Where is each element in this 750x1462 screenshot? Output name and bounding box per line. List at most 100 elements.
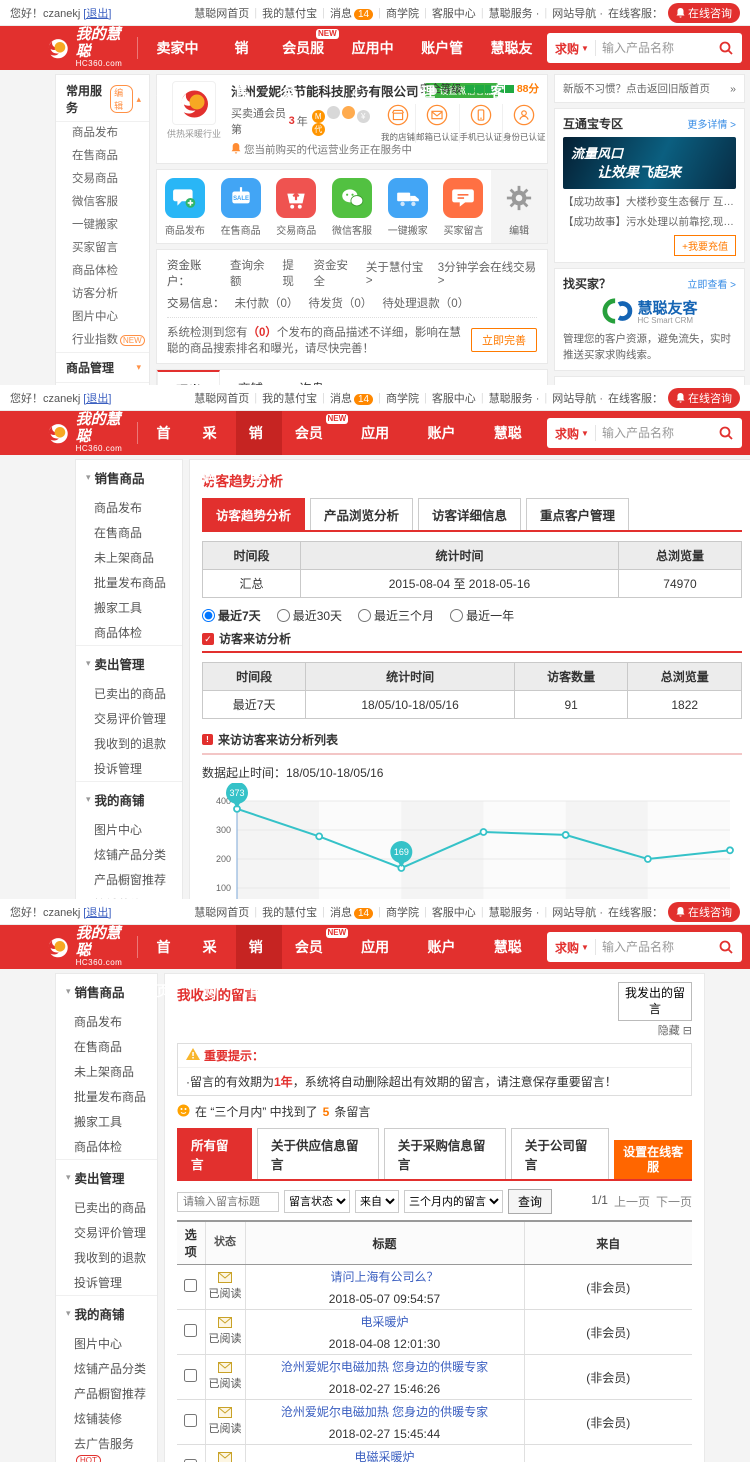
nav-item-首页[interactable]: 首页 — [143, 411, 189, 455]
sidebar-group-我的商铺[interactable]: ▾我的商铺 — [56, 1295, 157, 1331]
search-icon[interactable] — [718, 425, 734, 441]
message-title-link[interactable]: 电磁采暖炉 — [249, 1448, 521, 1462]
about-huifubao-link[interactable]: 关于慧付宝 > — [366, 259, 428, 287]
topbar-link[interactable]: 客服中心 — [432, 904, 476, 920]
topbar-link[interactable]: 慧聪网首页 — [194, 904, 249, 920]
nav-item-慧聪友客[interactable]: 慧聪友客 — [478, 26, 547, 70]
topbar-link[interactable]: 商学院 — [386, 904, 419, 920]
topbar-link[interactable]: 我的慧付宝 — [262, 5, 317, 21]
sidebar-item-微信客服[interactable]: 微信客服 — [56, 191, 149, 214]
row-checkbox[interactable] — [184, 1369, 197, 1382]
topbar-link[interactable]: 商学院 — [386, 390, 419, 406]
topbar-link[interactable]: 我的慧付宝 — [262, 390, 317, 406]
message-period-select[interactable]: 三个月内的留言 — [404, 1190, 503, 1213]
fund-security-link[interactable]: 资金安全 — [314, 257, 356, 289]
logout-link[interactable]: [退出] — [83, 393, 111, 405]
to-ship-link[interactable]: 待发货（0） — [308, 295, 372, 311]
tab-询盘[interactable]: 询盘 — [281, 370, 342, 385]
nav-item-会员服务[interactable]: 会员服务NEW — [269, 26, 338, 70]
setup-online-service-button[interactable]: 设置在线客服 — [614, 1140, 692, 1179]
tab-访客详细信息[interactable]: 访客详细信息 — [418, 498, 521, 530]
sidebar-item-批量发布商品[interactable]: 批量发布商品 — [56, 1084, 157, 1109]
sidebar-item-未上架商品[interactable]: 未上架商品 — [56, 1059, 157, 1084]
sidebar-item-商品体检[interactable]: 商品体检 — [56, 260, 149, 283]
sidebar-item-一键搬家[interactable]: 一键搬家 — [56, 214, 149, 237]
radio-最近30天[interactable]: 最近30天 — [277, 607, 342, 624]
topbar-link[interactable]: 客服中心 — [432, 5, 476, 21]
hutongbao-banner[interactable]: 流量风口 让效果飞起来 — [563, 137, 736, 189]
sidebar-item-产品橱窗推荐[interactable]: 产品橱窗推荐 — [76, 867, 182, 892]
radio-input[interactable] — [358, 609, 371, 622]
sidebar-item-我收到的退款[interactable]: 我收到的退款 — [76, 731, 182, 756]
hutongbao-more-link[interactable]: 更多详情 > — [687, 116, 736, 131]
hide-link[interactable]: 隐藏 ⊟ — [618, 1022, 692, 1038]
brand-logo[interactable]: 我的慧聪HC360.com — [45, 27, 127, 69]
recharge-button[interactable]: +我要充值 — [674, 235, 736, 256]
sidebar-item-已卖出的商品[interactable]: 已卖出的商品 — [76, 681, 182, 706]
nav-item-销售[interactable]: 销售 — [236, 925, 282, 969]
sidebar-item-批量发布商品[interactable]: 批量发布商品 — [76, 570, 182, 595]
sidebar-group-卖出管理[interactable]: ▾卖出管理 — [76, 645, 182, 681]
nav-item-采购[interactable]: 采购 — [190, 411, 236, 455]
tab-产品浏览分析[interactable]: 产品浏览分析 — [310, 498, 413, 530]
topbar-link[interactable]: 消息14 — [330, 390, 373, 406]
sidebar-group-销售商品[interactable]: ▾销售商品 — [56, 974, 157, 1009]
tab-所有留言[interactable]: 所有留言 — [177, 1128, 252, 1179]
search-icon[interactable] — [718, 40, 734, 56]
success-story-link[interactable]: 【成功故事】污水处理以前靠挖,现在靠什么? — [563, 214, 736, 229]
search-category-dropdown[interactable]: 求购▼ — [555, 425, 589, 442]
logout-link[interactable]: [退出] — [83, 907, 111, 919]
topbar-link[interactable]: 网站导航 · — [552, 904, 603, 920]
topbar-link[interactable]: 消息14 — [330, 5, 373, 21]
shortcut-edit[interactable]: 编辑 — [491, 170, 547, 243]
tab-关于采购信息留言[interactable]: 关于采购信息留言 — [384, 1128, 506, 1179]
brand-logo[interactable]: 我的慧聪HC360.com — [45, 926, 127, 968]
nav-item-会员服务[interactable]: 会员服务NEW — [282, 925, 348, 969]
sidebar-item-搬家工具[interactable]: 搬家工具 — [56, 1109, 157, 1134]
online-chat-button[interactable]: 在线咨询 — [668, 388, 740, 408]
radio-最近三个月[interactable]: 最近三个月 — [358, 607, 434, 624]
sidebar-item-交易评价管理[interactable]: 交易评价管理 — [56, 1220, 157, 1245]
learn-trade-link[interactable]: 3分钟学会在线交易 > — [438, 259, 537, 287]
search-input[interactable] — [602, 426, 718, 440]
sidebar-item-图片中心[interactable]: 图片中心 — [56, 306, 149, 329]
sidebar-group-我的商铺[interactable]: ▾我的商铺 — [76, 781, 182, 817]
radio-input[interactable] — [202, 609, 215, 622]
sidebar-item-商品发布[interactable]: 商品发布 — [56, 122, 149, 145]
nav-item-慧聪友客[interactable]: 慧聪友客 — [481, 925, 547, 969]
sidebar-item-投诉管理[interactable]: 投诉管理 — [76, 756, 182, 781]
next-page-link[interactable]: 下一页 — [656, 1193, 692, 1210]
nav-item-会员服务[interactable]: 会员服务NEW — [282, 411, 348, 455]
sidebar-item-投诉管理[interactable]: 投诉管理 — [56, 1270, 157, 1295]
message-status-select[interactable]: 留言状态 — [284, 1190, 350, 1213]
nav-item-账户管理[interactable]: 账户管理 — [414, 411, 480, 455]
nav-item-首页[interactable]: 首页 — [143, 925, 189, 969]
sidebar-item-交易评价管理[interactable]: 交易评价管理 — [76, 706, 182, 731]
tab-关于公司留言[interactable]: 关于公司留言 — [511, 1128, 609, 1179]
nav-item-应用中心[interactable]: 应用中心 — [348, 411, 414, 455]
refund-link[interactable]: 待处理退款（0） — [382, 295, 469, 311]
topbar-link[interactable]: 慧聪服务 · — [489, 390, 540, 406]
radio-最近7天[interactable]: 最近7天 — [202, 607, 261, 624]
nav-item-账户管理[interactable]: 账户管理 — [408, 26, 477, 70]
shortcut-一键搬家[interactable]: 一键搬家 — [380, 170, 436, 243]
edit-badge[interactable]: 编辑 — [110, 85, 133, 113]
back-to-old-version-link[interactable]: 新版不习惯？点击返回旧版首页» — [554, 74, 745, 103]
tab-重点客户管理[interactable]: 重点客户管理 — [526, 498, 629, 530]
unpaid-link[interactable]: 未付款（0） — [235, 295, 299, 311]
nav-item-应用中心[interactable]: 应用中心 — [348, 925, 414, 969]
quicklink-身份已认证[interactable]: 身份已认证 — [502, 104, 546, 143]
prev-page-link[interactable]: 上一页 — [614, 1193, 650, 1210]
sidebar-group-卖出管理[interactable]: ▾卖出管理 — [56, 1159, 157, 1195]
topbar-link[interactable]: 网站导航 · — [552, 390, 603, 406]
message-title-link[interactable]: 沧州爱妮尔电磁加热 您身边的供暖专家 — [249, 1358, 521, 1375]
sidebar-item-商品体检[interactable]: 商品体检 — [76, 620, 182, 645]
radio-input[interactable] — [277, 609, 290, 622]
row-checkbox[interactable] — [184, 1279, 197, 1292]
find-buyer-more-link[interactable]: 立即查看 > — [687, 276, 736, 291]
sent-messages-button[interactable]: 我发出的留言 — [618, 982, 692, 1021]
sidebar-item-在售商品[interactable]: 在售商品 — [76, 520, 182, 545]
nav-item-慧聪友客[interactable]: 慧聪友客 — [481, 411, 547, 455]
search-input[interactable] — [602, 41, 718, 55]
sidebar-item-炫铺装修[interactable]: 炫铺装修 — [56, 1406, 157, 1431]
